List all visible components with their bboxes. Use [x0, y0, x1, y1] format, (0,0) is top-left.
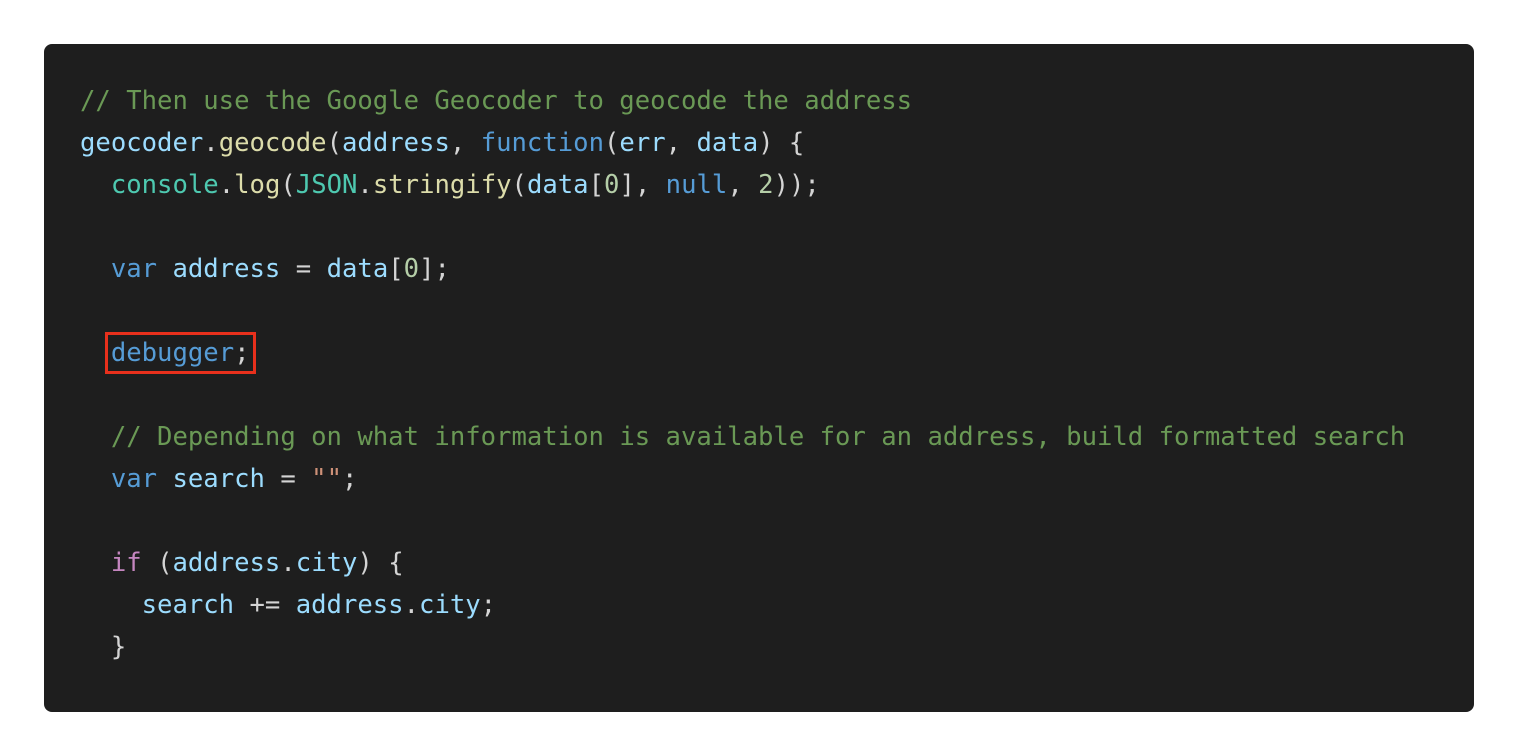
punctuation: , — [665, 128, 697, 158]
punctuation: ], — [619, 170, 666, 200]
control-keyword: if — [110, 548, 142, 578]
punctuation: ( — [280, 170, 296, 200]
identifier: address — [295, 590, 404, 620]
debugger-keyword: debugger — [110, 338, 235, 368]
property: city — [419, 590, 481, 620]
punctuation: ( — [141, 548, 173, 578]
closing-brace: } — [110, 632, 127, 662]
operator: = — [264, 464, 312, 494]
code-line-10: var search = ""; — [80, 458, 1405, 500]
code-line-2: geocoder.geocode(address, function(err, … — [80, 122, 1405, 164]
identifier: data — [526, 170, 589, 200]
punctuation: . — [280, 548, 296, 578]
punctuation: , — [449, 128, 481, 158]
punctuation: ( — [326, 128, 342, 158]
operator: += — [234, 590, 296, 620]
comment: // Depending on what information is avai… — [110, 422, 1406, 452]
identifier: address — [342, 128, 450, 158]
identifier: console — [110, 170, 219, 200]
identifier: data — [326, 254, 389, 284]
debugger-highlight-box: debugger; — [104, 332, 256, 374]
identifier: data — [696, 128, 759, 158]
function-name: log — [234, 170, 281, 200]
code-line-9: // Depending on what information is avai… — [80, 416, 1405, 458]
number-literal: 0 — [403, 254, 420, 284]
identifier: geocoder — [80, 128, 204, 158]
punctuation: ( — [603, 128, 620, 158]
function-name: stringify — [372, 170, 512, 200]
punctuation: ; — [480, 590, 497, 620]
punctuation: . — [357, 170, 373, 200]
keyword: var — [110, 464, 158, 494]
punctuation: ; — [342, 464, 358, 494]
comment: // Then use the Google Geocoder to geoco… — [80, 86, 913, 116]
keyword: function — [480, 128, 604, 158]
punctuation: , — [727, 170, 759, 200]
identifier: err — [619, 128, 666, 158]
punctuation: ) { — [758, 128, 805, 158]
code-line-12: if (address.city) { — [80, 542, 1405, 584]
string-literal: "" — [311, 464, 342, 494]
identifier: search — [141, 590, 235, 620]
number-literal: 2 — [758, 170, 774, 200]
class-name: JSON — [295, 170, 358, 200]
function-name: geocode — [218, 128, 327, 158]
code-line-5: var address = data[0]; — [80, 248, 1405, 290]
code-line-3: console.log(JSON.stringify(data[0], null… — [80, 164, 1405, 206]
identifier: address — [172, 254, 281, 284]
code-line-1: // Then use the Google Geocoder to geoco… — [80, 80, 1405, 122]
punctuation: ; — [234, 338, 250, 368]
code-line-14: } — [80, 626, 1405, 668]
keyword: var — [110, 254, 158, 284]
punctuation: . — [218, 170, 235, 200]
punctuation: [ — [588, 170, 605, 200]
code-line-7: debugger; — [80, 332, 1405, 374]
property: city — [295, 548, 358, 578]
code-block: // Then use the Google Geocoder to geoco… — [80, 80, 1405, 668]
punctuation: [ — [388, 254, 404, 284]
identifier: address — [172, 548, 281, 578]
punctuation: . — [403, 590, 420, 620]
keyword: null — [665, 170, 728, 200]
punctuation: )); — [773, 170, 820, 200]
punctuation: . — [203, 128, 219, 158]
identifier: search — [172, 464, 265, 494]
punctuation: ) { — [357, 548, 404, 578]
operator: = — [280, 254, 327, 284]
punctuation: ( — [511, 170, 527, 200]
punctuation: ]; — [419, 254, 450, 284]
code-block-panel: // Then use the Google Geocoder to geoco… — [44, 44, 1474, 712]
code-line-13: search += address.city; — [80, 584, 1405, 626]
number-literal: 0 — [604, 170, 620, 200]
